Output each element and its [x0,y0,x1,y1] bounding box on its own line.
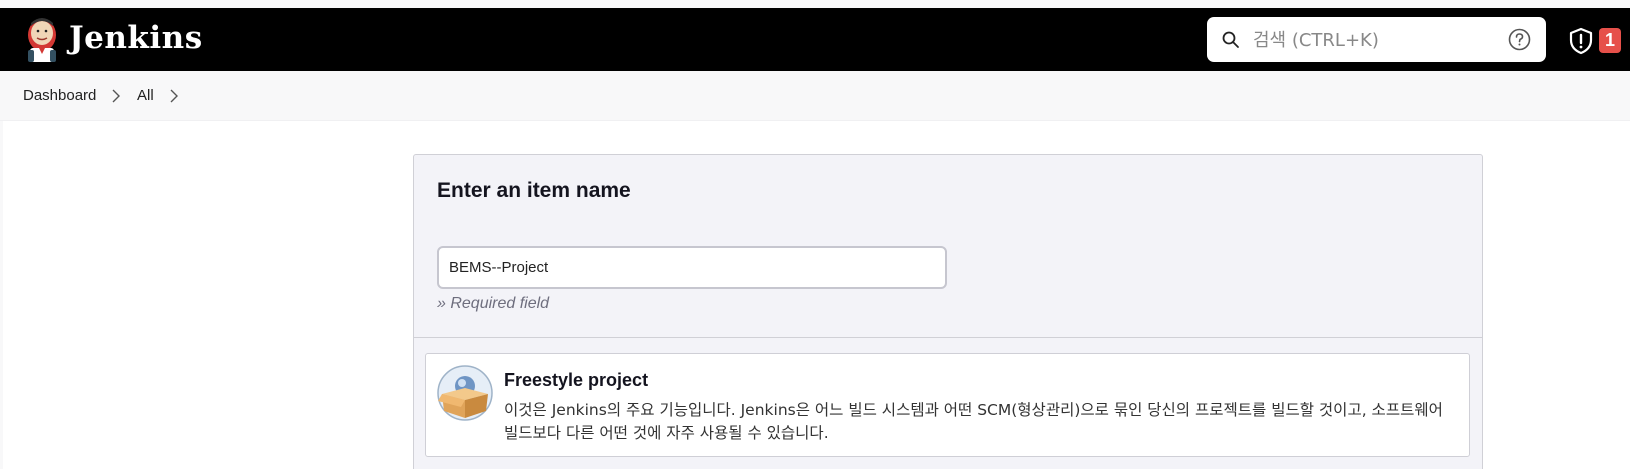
new-item-panel: Enter an item name » Required field Free… [413,154,1483,469]
top-header: Jenkins 1 [0,8,1630,71]
security-shield-icon[interactable] [1568,27,1594,55]
freestyle-project-icon [437,365,493,421]
item-type-freestyle-project[interactable]: Freestyle project 이것은 Jenkins의 주요 기능입니다.… [425,353,1470,457]
item-name-input[interactable] [437,246,947,289]
divider [414,337,1482,338]
required-field-hint: » Required field [437,295,550,312]
breadcrumb-dashboard[interactable]: Dashboard [23,87,96,104]
item-type-description: 이것은 Jenkins의 주요 기능입니다. Jenkins은 어느 빌드 시스… [504,401,1443,442]
search-box[interactable] [1207,17,1546,62]
jenkins-logo-icon[interactable] [22,16,62,64]
breadcrumb-all[interactable]: All [137,87,154,104]
help-icon[interactable] [1508,28,1531,51]
page-title: Enter an item name [437,179,631,202]
chevron-right-icon[interactable] [169,89,179,103]
search-input[interactable] [1253,25,1493,55]
search-icon [1222,31,1239,48]
jenkins-brand-title[interactable]: Jenkins [69,20,203,56]
breadcrumb: Dashboard All [0,71,1630,121]
item-type-title: Freestyle project [504,370,649,390]
notification-badge[interactable]: 1 [1599,28,1621,53]
chevron-right-icon[interactable] [111,89,121,103]
